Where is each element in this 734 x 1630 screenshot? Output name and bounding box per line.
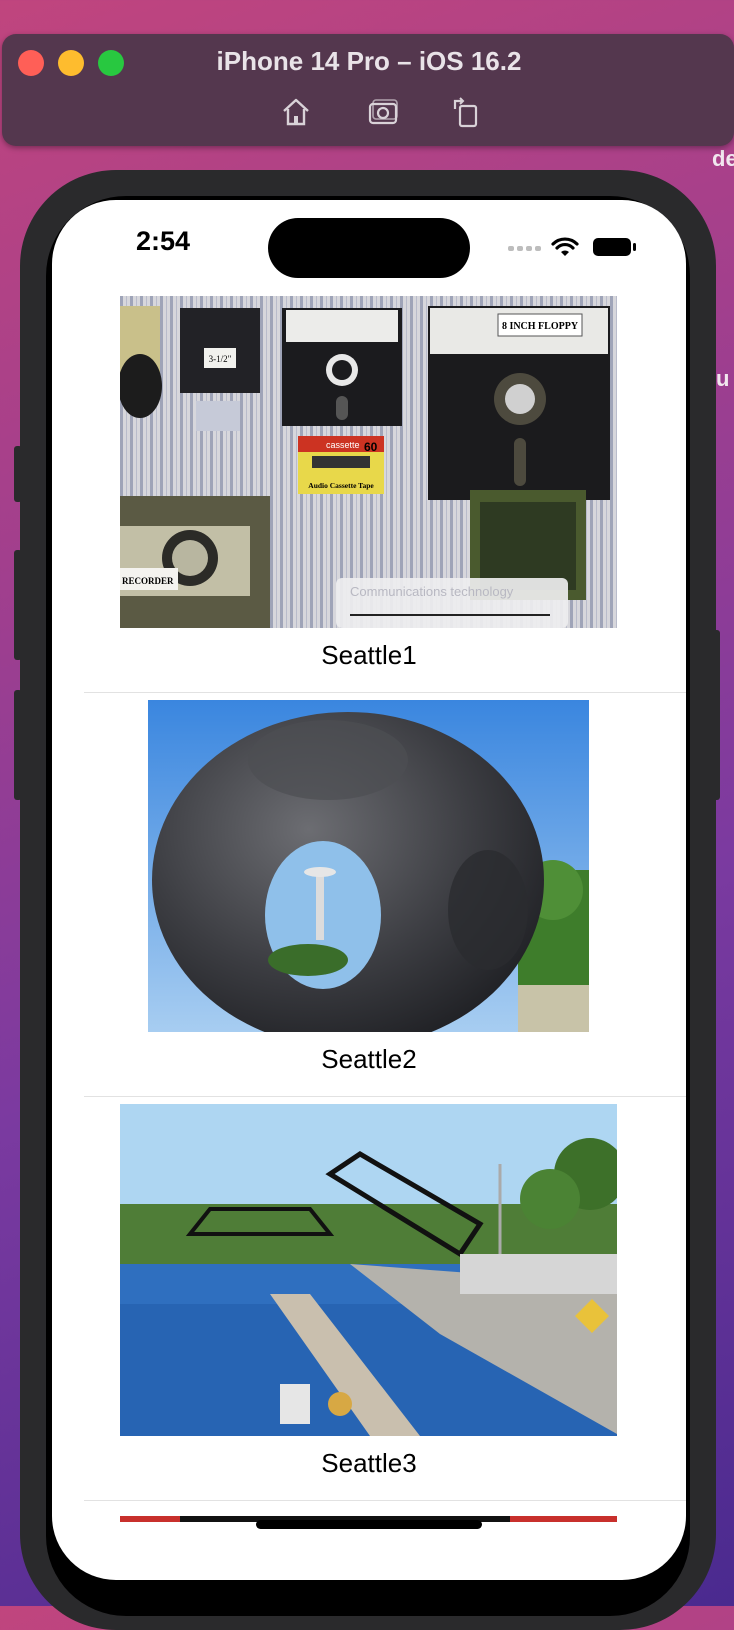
seattle2-photo bbox=[148, 700, 589, 1032]
recorder-label: RECORDER bbox=[122, 576, 174, 586]
volume-down-button bbox=[14, 690, 22, 800]
device-screen: 2:54 3-1/2" 8 INCH FLOPPY cassette 60 Au… bbox=[52, 200, 686, 1580]
list-item[interactable]: 3-1/2" 8 INCH FLOPPY cassette 60 Audio C… bbox=[52, 296, 686, 692]
floppy-label: 3-1/2" bbox=[209, 354, 232, 364]
row-caption: Seattle3 bbox=[321, 1448, 417, 1478]
cassette-label: Audio Cassette Tape bbox=[308, 481, 374, 490]
screenshot-button[interactable] bbox=[364, 92, 404, 132]
row-separator bbox=[84, 1500, 686, 1501]
rotate-icon bbox=[453, 97, 478, 128]
screenshot-icon bbox=[368, 99, 398, 125]
list-item[interactable]: Seattle2 bbox=[52, 700, 686, 1096]
row-separator bbox=[84, 692, 686, 693]
row-caption: Seattle1 bbox=[321, 640, 417, 670]
row-separator bbox=[84, 1096, 686, 1097]
list-item[interactable]: Seattle3 bbox=[52, 1104, 686, 1500]
seattle1-photo: 3-1/2" 8 INCH FLOPPY cassette 60 Audio C… bbox=[120, 296, 617, 628]
simulator-title: iPhone 14 Pro – iOS 16.2 bbox=[216, 46, 522, 76]
desktop-text-fragment: u bbox=[716, 366, 730, 391]
home-button[interactable] bbox=[276, 92, 316, 132]
row-caption: Seattle2 bbox=[321, 1044, 417, 1074]
volume-up-button bbox=[14, 550, 22, 660]
simulator-title-bar: iPhone 14 Pro – iOS 16.2 bbox=[2, 34, 734, 146]
rotate-button[interactable] bbox=[446, 92, 486, 132]
desktop-text-fragment: de bbox=[712, 146, 734, 171]
status-time: 2:54 bbox=[136, 226, 191, 256]
dynamic-island bbox=[268, 218, 470, 278]
cassette-length: 60 bbox=[364, 440, 378, 454]
seattle3-photo bbox=[120, 1104, 617, 1436]
cassette-brand: cassette bbox=[326, 440, 360, 450]
action-button bbox=[14, 446, 22, 502]
home-icon bbox=[283, 98, 309, 126]
cellular-signal-icon bbox=[508, 246, 541, 251]
home-indicator[interactable] bbox=[256, 1520, 482, 1529]
power-button bbox=[712, 630, 720, 800]
battery-icon bbox=[593, 238, 636, 256]
wifi-icon bbox=[551, 237, 579, 256]
placard-text: Communications technology bbox=[350, 584, 514, 599]
floppy-large-label: 8 INCH FLOPPY bbox=[502, 321, 579, 332]
